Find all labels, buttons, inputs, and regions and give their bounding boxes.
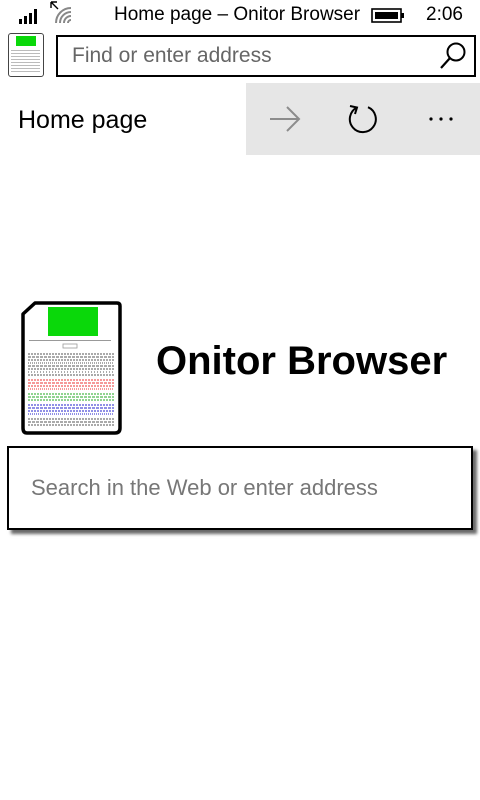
more-ellipsis-icon [429, 117, 453, 121]
wifi-icon [50, 1, 72, 24]
search-icon[interactable] [438, 41, 468, 71]
window-title: Home page – Onitor Browser [114, 4, 361, 25]
refresh-button[interactable] [324, 83, 402, 155]
address-bar [56, 35, 476, 77]
web-search-box [7, 446, 473, 530]
brand-name: Onitor Browser [156, 339, 448, 383]
arrow-right-icon [270, 106, 301, 132]
address-input[interactable] [72, 37, 432, 75]
signal-bars-icon [19, 9, 37, 24]
status-bar: Home page – Onitor Browser 2:06 [0, 0, 480, 30]
tab-switcher-thumbnail[interactable] [8, 33, 44, 77]
browser-logo-icon [21, 301, 122, 435]
battery-icon [371, 8, 404, 23]
refresh-icon [348, 105, 377, 134]
thumbnail-accent [16, 36, 36, 46]
toolbar [246, 83, 480, 155]
page-title: Home page [18, 106, 148, 134]
clock: 2:06 [426, 4, 463, 25]
more-button[interactable] [402, 83, 480, 155]
forward-button[interactable] [246, 83, 324, 155]
thumbnail-text-lines [11, 50, 40, 74]
web-search-input[interactable] [31, 448, 451, 528]
